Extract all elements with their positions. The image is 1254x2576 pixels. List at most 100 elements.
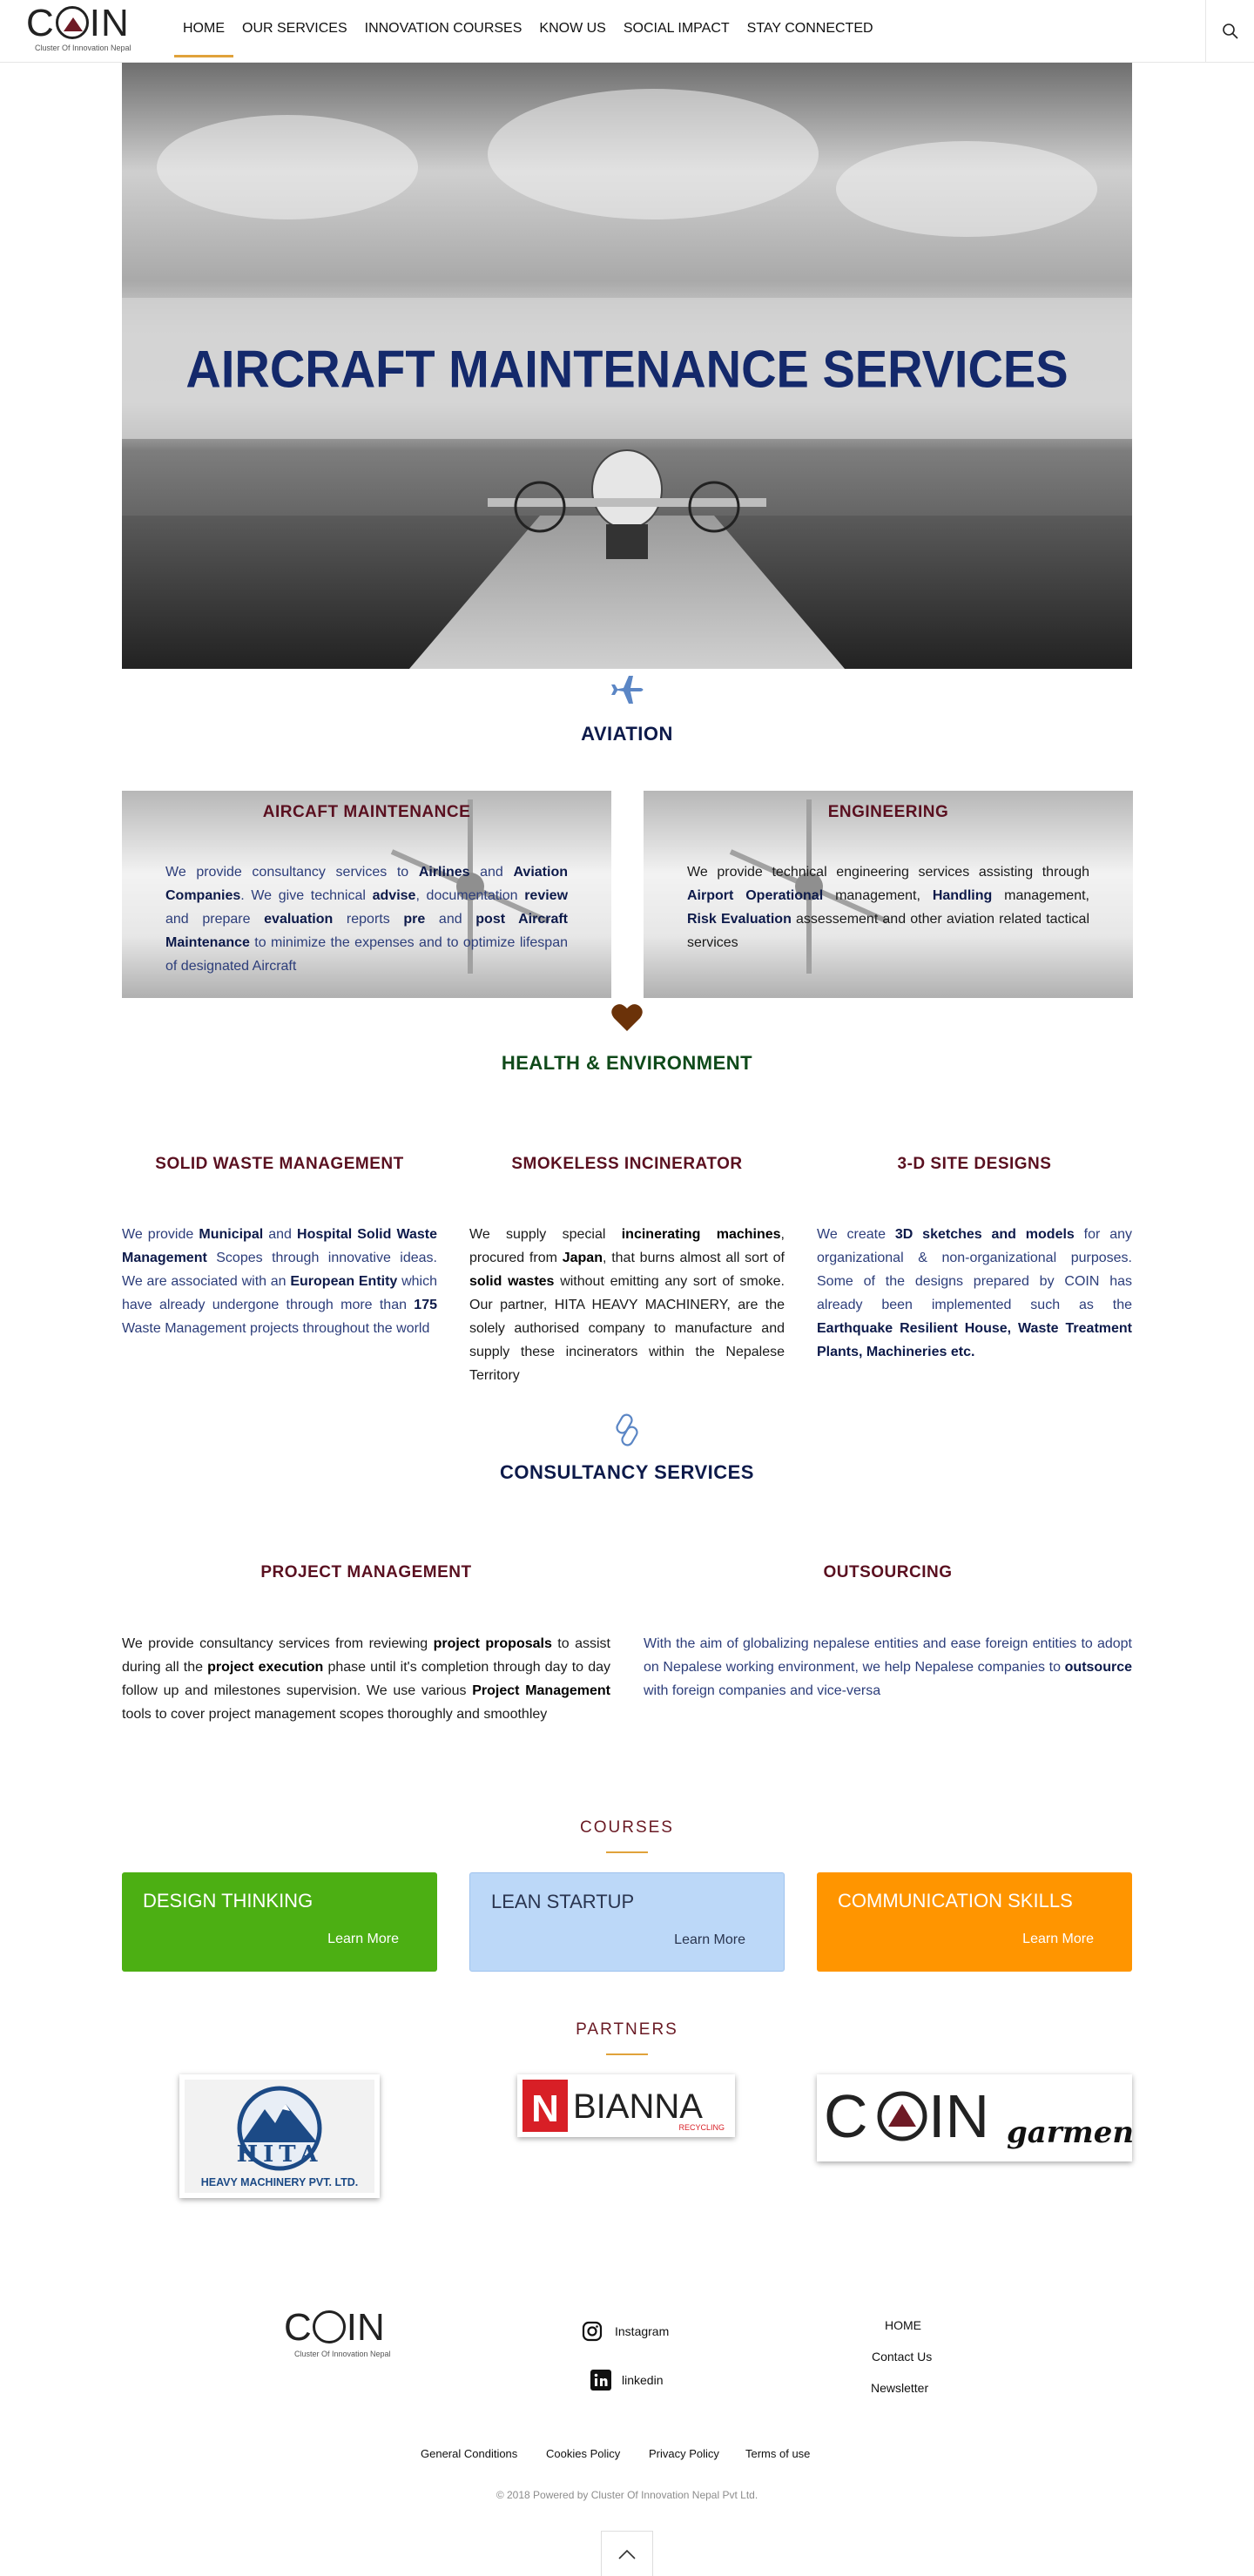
footer-link-home[interactable]: HOME <box>885 2318 921 2332</box>
emphasis-text: Japan <box>562 1251 603 1265</box>
emphasis-text: incinerating machines <box>621 1227 781 1242</box>
footer-logo[interactable]: C IN Cluster Of Innovation Nepal <box>284 2306 415 2367</box>
learn-more-link[interactable]: Learn More <box>674 1932 745 1948</box>
main-nav: HOME OUR SERVICES INNOVATION COURSES KNO… <box>174 0 882 59</box>
search-icon <box>1222 24 1238 39</box>
nav-social-impact[interactable]: SOCIAL IMPACT <box>615 0 738 57</box>
footer-privacy-policy[interactable]: Privacy Policy <box>649 2447 719 2460</box>
body-text: We provide consultancy services from rev… <box>122 1636 434 1651</box>
card-description: We provide technical engineering service… <box>687 860 1089 954</box>
body-text: With the aim of globalizing nepalese ent… <box>644 1636 1132 1675</box>
nav-innovation-courses[interactable]: INNOVATION COURSES <box>356 0 531 57</box>
page: C IN Cluster Of Innovation Nepal HOME OUR… <box>0 0 1254 2576</box>
heart-icon <box>610 1001 644 1037</box>
partner-logo-hita[interactable]: HITA HEAVY MACHINERY PVT. LTD. <box>179 2074 380 2198</box>
link-icon <box>611 1413 643 1452</box>
footer-instagram-link[interactable]: Instagram <box>582 2320 669 2343</box>
emphasis-text: project execution <box>207 1660 324 1675</box>
site-logo[interactable]: C IN Cluster Of Innovation Nepal <box>26 2 148 56</box>
nav-our-services[interactable]: OUR SERVICES <box>233 0 356 57</box>
nav-home[interactable]: HOME <box>174 0 233 57</box>
engineering-card: ENGINEERING We provide technical enginee… <box>644 791 1133 998</box>
body-text: We supply special <box>469 1227 622 1242</box>
section-title-health: HEALTH & ENVIRONMENT <box>501 1052 753 1074</box>
body-text: and prepare <box>165 912 265 927</box>
learn-more-link[interactable]: Learn More <box>1022 1932 1094 1947</box>
body-text: and <box>263 1227 298 1242</box>
course-title: COMMUNICATION SKILLS <box>838 1890 1073 1912</box>
linkedin-icon <box>590 2370 611 2391</box>
airplane-icon <box>610 672 646 711</box>
svg-text:IN: IN <box>928 2082 989 2150</box>
column-text: We create 3D sketches and models for any… <box>817 1223 1132 1364</box>
course-title: LEAN STARTUP <box>491 1891 635 1912</box>
footer-logo-tagline: Cluster Of Innovation Nepal <box>294 2350 391 2358</box>
emphasis-text: 3D sketches and models <box>894 1227 1075 1242</box>
heading-underline <box>606 1851 648 1853</box>
courses-heading: COURSES <box>580 1818 674 1837</box>
instagram-label: Instagram <box>615 2324 670 2338</box>
emphasis-text: advise <box>372 888 416 903</box>
logo-mountain-icon <box>312 2310 346 2343</box>
footer-cookies-policy[interactable]: Cookies Policy <box>546 2447 620 2460</box>
emphasis-text: 175 <box>414 1298 437 1312</box>
section-title-aviation: AVIATION <box>581 723 673 745</box>
partner-logo-bianna[interactable]: N BIANNA RECYCLING <box>517 2074 735 2137</box>
emphasis-text: project proposals <box>433 1636 552 1651</box>
svg-text:C: C <box>824 2082 868 2150</box>
svg-text:HEAVY MACHINERY PVT. LTD.: HEAVY MACHINERY PVT. LTD. <box>201 2176 359 2188</box>
column-text: We supply special incinerating machines,… <box>469 1223 785 1387</box>
card-title: ENGINEERING <box>827 803 949 821</box>
nav-know-us[interactable]: KNOW US <box>530 0 614 57</box>
column-text: We provide consultancy services from rev… <box>122 1632 610 1726</box>
body-text: We provide consultancy services to <box>165 865 419 880</box>
back-to-top-button[interactable] <box>601 2531 653 2576</box>
card-description: We provide consultancy services to Airli… <box>165 860 568 978</box>
hero-airplane-illustration <box>488 449 766 559</box>
coin-garments-logo: C IN garments <box>824 2082 1164 2150</box>
emphasis-text: outsource <box>1064 1660 1132 1675</box>
emphasis-text: Risk Evaluation <box>687 912 792 927</box>
hero-title: AIRCRAFT MAINTENANCE SERVICES <box>185 338 1069 399</box>
footer-link-newsletter[interactable]: Newsletter <box>871 2381 928 2395</box>
footer-linkedin-link[interactable]: linkedin <box>590 2369 663 2391</box>
body-text: We create <box>817 1227 895 1242</box>
body-text: Waste Management projects throughout the… <box>122 1321 430 1336</box>
body-text: , documentation <box>415 888 525 903</box>
emphasis-text: review <box>524 888 569 903</box>
footer-link-contact[interactable]: Contact Us <box>872 2350 932 2364</box>
logo-tagline: Cluster Of Innovation Nepal <box>35 44 131 52</box>
footer-terms-of-use[interactable]: Terms of use <box>745 2447 810 2460</box>
logo-mountain-icon <box>55 6 89 39</box>
emphasis-text: European Entity <box>290 1274 398 1289</box>
body-text: We provide <box>122 1227 199 1242</box>
body-text: without emitting any sort of smoke. Our … <box>469 1274 785 1383</box>
body-text: , that burns almost all sort of <box>602 1251 785 1265</box>
chevron-up-icon <box>618 2549 636 2559</box>
body-text: management, <box>992 888 1089 903</box>
card-title: AIRCAFT MAINTENANCE <box>262 803 471 821</box>
body-text: reports <box>333 912 404 927</box>
emphasis-text: solid wastes <box>469 1274 555 1289</box>
course-card-communication-skills[interactable]: COMMUNICATION SKILLS Learn More <box>817 1872 1132 1972</box>
emphasis-text: Earthquake Resilient House, Waste Treatm… <box>817 1321 1132 1359</box>
course-card-design-thinking[interactable]: DESIGN THINKING Learn More <box>122 1872 437 1972</box>
hita-logo: HITA HEAVY MACHINERY PVT. LTD. <box>185 2080 374 2193</box>
body-text: . We give technical <box>240 888 373 903</box>
emphasis-text: Handling <box>932 888 993 903</box>
body-text: and <box>469 865 514 880</box>
body-text: with foreign companies and vice-versa <box>644 1683 881 1698</box>
emphasis-text: Municipal <box>199 1227 264 1242</box>
svg-text:HITA: HITA <box>237 2141 323 2168</box>
search-button[interactable] <box>1205 0 1254 63</box>
footer-general-conditions[interactable]: General Conditions <box>421 2447 517 2460</box>
body-text: management, <box>823 888 933 903</box>
course-card-lean-startup[interactable]: LEAN STARTUP Learn More <box>469 1872 785 1972</box>
section-title-consultancy: CONSULTANCY SERVICES <box>500 1461 754 1483</box>
partner-logo-coin-garments[interactable]: C IN garments <box>817 2074 1164 2161</box>
svg-text:garments: garments <box>1007 2115 1132 2150</box>
learn-more-link[interactable]: Learn More <box>327 1932 399 1947</box>
nav-stay-connected[interactable]: STAY CONNECTED <box>738 0 882 57</box>
svg-text:N: N <box>531 2087 559 2130</box>
copyright-text: © 2018 Powered by Cluster Of Innovation … <box>496 2489 758 2501</box>
